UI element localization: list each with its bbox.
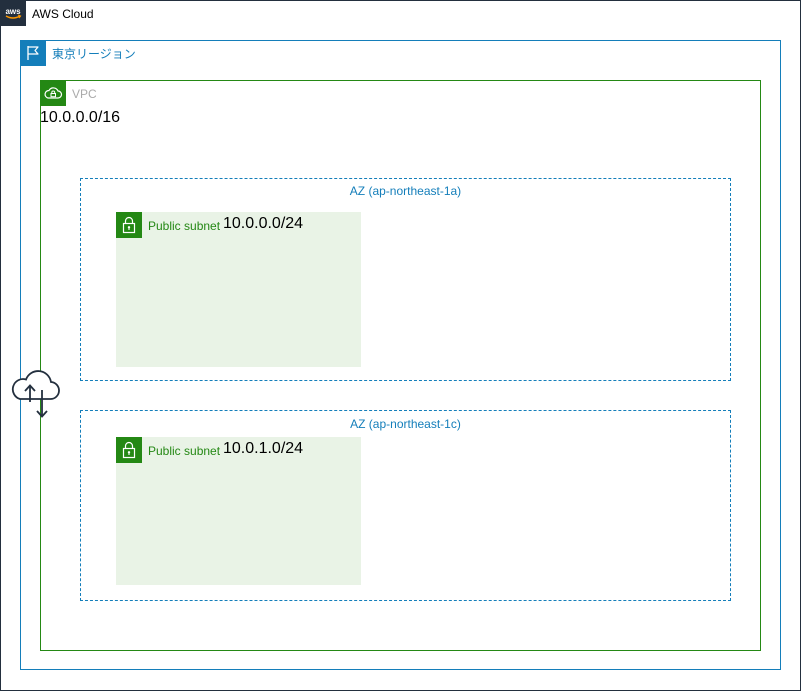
region-label: 東京リージョン <box>52 47 136 61</box>
flag-icon <box>20 40 46 66</box>
public-subnet-1[interactable] <box>116 212 361 367</box>
lock-icon <box>116 437 142 463</box>
public-subnet-2[interactable] <box>116 437 361 585</box>
vpc-label: VPC <box>72 87 97 101</box>
subnet-label: Public subnet <box>148 219 221 233</box>
svg-text:aws: aws <box>5 7 21 16</box>
internet-gateway-icon[interactable] <box>10 366 62 418</box>
lock-icon <box>116 212 142 238</box>
aws-cloud-label: AWS Cloud <box>32 7 94 21</box>
availability-zone-label: AZ (ap-northeast-1c) <box>350 417 461 431</box>
subnet-cidr: 10.0.0.0/24 <box>223 215 304 232</box>
vpc-cidr: 10.0.0.0/16 <box>40 109 121 126</box>
vpc-cloud-lock-icon <box>40 80 66 106</box>
availability-zone-label: AZ (ap-northeast-1a) <box>349 184 462 198</box>
subnet-cidr: 10.0.1.0/24 <box>223 440 304 457</box>
aws-logo-icon: aws <box>0 0 26 26</box>
subnet-label: Public subnet <box>148 444 221 458</box>
